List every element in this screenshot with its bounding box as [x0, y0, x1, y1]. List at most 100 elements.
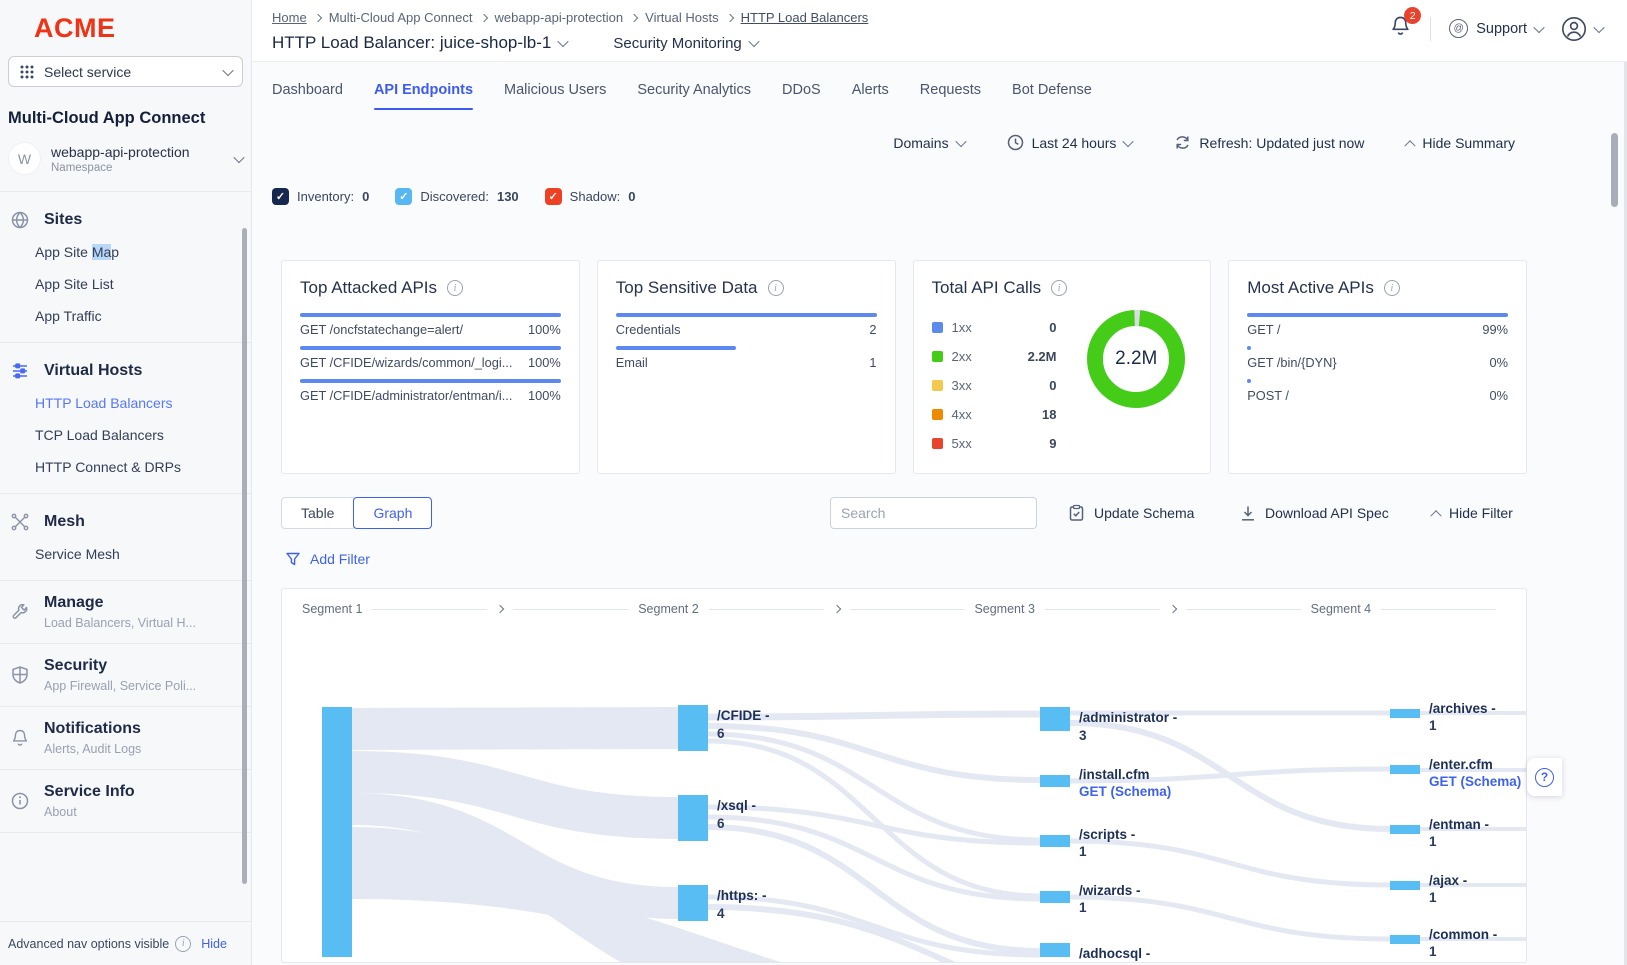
sidebar-item-app-site-map[interactable]: App Site Map — [0, 236, 251, 268]
tab-ddos[interactable]: DDoS — [782, 82, 821, 110]
sidebar-item-app-traffic[interactable]: App Traffic — [0, 300, 251, 332]
counter-shadow[interactable]: ✓Shadow: 0 — [545, 188, 636, 205]
sidebar-group-manage[interactable]: ManageLoad Balancers, Virtual H... — [0, 581, 251, 644]
sankey-node-cfide[interactable] — [678, 705, 708, 751]
tab-alerts[interactable]: Alerts — [852, 82, 889, 110]
tab-requests[interactable]: Requests — [920, 82, 981, 110]
sankey-link-scripts-ajax[interactable] — [1070, 841, 1390, 885]
api-sankey-graph[interactable]: /CFIDE -6/xsql -6/https: -4/administrato… — [282, 629, 1526, 963]
checkbox-inventory[interactable]: ✓ — [272, 188, 289, 205]
sidebar-section-header-mesh[interactable]: Mesh — [0, 508, 251, 538]
hide-filter-button[interactable]: Hide Filter — [1432, 497, 1513, 529]
breadcrumb-item-webapp-api-protection: webapp-api-protection — [495, 10, 624, 25]
tab-dashboard[interactable]: Dashboard — [272, 82, 343, 110]
topbar: HomeMulti-Cloud App Connectwebapp-api-pr… — [252, 0, 1627, 62]
sankey-node-scripts[interactable] — [1040, 835, 1070, 847]
sidebar-nav: SitesApp Site MapApp Site ListApp Traffi… — [0, 191, 251, 833]
domains-label: Domains — [893, 135, 948, 151]
hide-summary-button[interactable]: Hide Summary — [1406, 135, 1515, 151]
sankey-node-schema-link-install[interactable]: GET (Schema) — [1079, 784, 1171, 799]
sidebar-item-app-site-list[interactable]: App Site List — [0, 268, 251, 300]
acme-logo: ACME — [0, 0, 251, 44]
bar — [1247, 379, 1251, 383]
sankey-link-root-cfide[interactable] — [352, 728, 678, 729]
sankey-node-enter[interactable] — [1390, 765, 1420, 774]
sankey-link-wizards-common[interactable] — [1070, 897, 1390, 939]
sidebar-group-service-info[interactable]: Service InfoAbout — [0, 770, 251, 833]
api-endpoints-graph-panel: Segment 1Segment 2Segment 3Segment 4 /CF… — [281, 588, 1527, 963]
sankey-node-admin[interactable] — [1040, 707, 1070, 731]
download-api-spec-button[interactable]: Download API Spec — [1240, 497, 1389, 529]
tab-bot-defense[interactable]: Bot Defense — [1012, 82, 1092, 110]
sankey-node-ajax[interactable] — [1390, 881, 1420, 890]
add-filter-button[interactable]: Add Filter — [285, 551, 370, 567]
sankey-link-cfide-install[interactable] — [708, 726, 1040, 780]
sidebar-group-notifications[interactable]: NotificationsAlerts, Audit Logs — [0, 707, 251, 770]
sidebar-item-http-load-balancers[interactable]: HTTP Load Balancers — [0, 387, 251, 419]
bar-value: 0% — [1490, 355, 1509, 370]
namespace-avatar: W — [8, 142, 41, 175]
api-bar-row: GET /oncfstatechange=alert/100% — [300, 313, 561, 337]
sankey-node-wizards[interactable] — [1040, 891, 1070, 903]
checkbox-discovered[interactable]: ✓ — [395, 188, 412, 205]
update-schema-button[interactable]: Update Schema — [1068, 497, 1194, 529]
bar-label: Email — [616, 355, 648, 370]
sankey-node-schema-link-enter[interactable]: GET (Schema) — [1429, 774, 1521, 789]
legend-row-5xx: 5xx9 — [932, 429, 1057, 458]
graph-view-button[interactable]: Graph — [353, 497, 432, 529]
security-monitoring-selector[interactable]: Security Monitoring — [613, 35, 741, 52]
chevron-down-icon[interactable] — [748, 36, 759, 47]
breadcrumb-item-http-load-balancers[interactable]: HTTP Load Balancers — [741, 10, 869, 25]
sidebar-group-security[interactable]: SecurityApp Firewall, Service Poli... — [0, 644, 251, 707]
hide-nav-link[interactable]: Hide — [201, 937, 227, 951]
refresh-button[interactable]: Refresh: Updated just now — [1174, 134, 1364, 151]
search-input[interactable] — [830, 497, 1037, 529]
chevron-down-icon — [222, 64, 233, 75]
api-bar-row: GET /bin/{DYN}0% — [1247, 346, 1508, 370]
page-scrollbar-thumb[interactable] — [1611, 133, 1618, 207]
counter-discovered[interactable]: ✓Discovered: 130 — [395, 188, 518, 205]
info-icon[interactable]: i — [447, 280, 463, 296]
chevron-up-icon — [1405, 140, 1416, 151]
sankey-node-entman[interactable] — [1390, 825, 1420, 834]
domains-dropdown[interactable]: Domains — [893, 135, 964, 151]
sidebar-item-service-mesh[interactable]: Service Mesh — [0, 538, 251, 570]
namespace-selector[interactable]: W webapp-api-protection Namespace — [8, 142, 243, 191]
info-icon[interactable]: i — [768, 280, 784, 296]
chevron-down-icon[interactable] — [558, 36, 569, 47]
notifications-button[interactable]: 2 — [1389, 14, 1412, 43]
table-view-button[interactable]: Table — [281, 497, 354, 529]
sankey-node-common[interactable] — [1390, 935, 1420, 944]
sidebar-item-http-connect-drps[interactable]: HTTP Connect & DRPs — [0, 451, 251, 483]
api-bar-row: Credentials2 — [616, 313, 877, 337]
tab-security-analytics[interactable]: Security Analytics — [637, 82, 751, 110]
breadcrumb-item-home[interactable]: Home — [272, 10, 307, 25]
bar-value: 1 — [869, 355, 876, 370]
sankey-node-archives[interactable] — [1390, 709, 1420, 718]
sankey-node-value-wizards: 1 — [1079, 900, 1087, 915]
sankey-node-xsql[interactable] — [678, 795, 708, 841]
sankey-node-https[interactable] — [678, 885, 708, 921]
sankey-node-root[interactable] — [322, 707, 352, 957]
support-menu[interactable]: @ Support — [1449, 19, 1543, 38]
sidebar-item-tcp-load-balancers[interactable]: TCP Load Balancers — [0, 419, 251, 451]
user-menu[interactable] — [1561, 16, 1603, 42]
info-icon[interactable]: i — [1384, 280, 1400, 296]
checkbox-shadow[interactable]: ✓ — [545, 188, 562, 205]
bar-value: 100% — [528, 322, 561, 337]
tab-malicious-users[interactable]: Malicious Users — [504, 82, 606, 110]
counter-inventory[interactable]: ✓Inventory: 0 — [272, 188, 369, 205]
sidebar-section-header-virtual-hosts[interactable]: Virtual Hosts — [0, 357, 251, 387]
sankey-node-install[interactable] — [1040, 775, 1070, 787]
select-service-dropdown[interactable]: Select service — [8, 56, 243, 87]
info-icon[interactable]: i — [1051, 280, 1067, 296]
help-button[interactable]: ? — [1527, 758, 1562, 796]
time-range-dropdown[interactable]: Last 24 hours — [1007, 134, 1133, 151]
sidebar-section-header-sites[interactable]: Sites — [0, 206, 251, 236]
tab-api-endpoints[interactable]: API Endpoints — [374, 82, 473, 110]
sankey-node-label-archives: /archives - — [1429, 701, 1496, 716]
sidebar-scrollbar[interactable] — [242, 228, 247, 884]
download-api-spec-label: Download API Spec — [1265, 505, 1389, 521]
sankey-node-adhocsql[interactable] — [1040, 943, 1070, 957]
add-filter-label: Add Filter — [310, 551, 370, 567]
